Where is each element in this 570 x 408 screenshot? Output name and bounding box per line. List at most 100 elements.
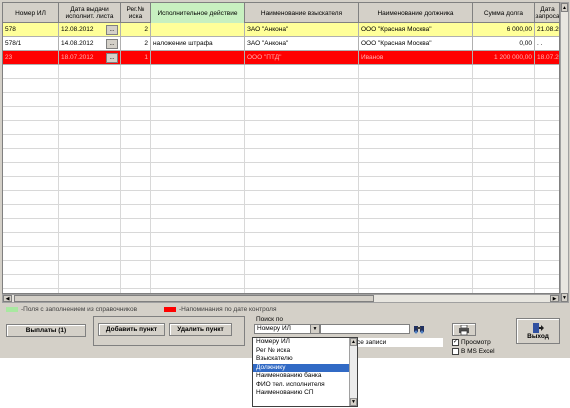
dropdown-option[interactable]: Взыскателю xyxy=(253,355,349,364)
payments-button[interactable]: Выплаты (1) xyxy=(6,324,86,337)
empty-grid-row xyxy=(3,177,559,191)
print-button[interactable] xyxy=(452,323,476,336)
chevron-down-icon[interactable]: ▼ xyxy=(310,325,319,333)
search-by-dropdown-list[interactable]: Номеру ИЛ Рег № иска Взыскателю Должнику… xyxy=(252,337,358,407)
empty-grid-row xyxy=(3,233,559,247)
col-header-number[interactable]: Номер ИЛ xyxy=(3,3,59,23)
empty-grid-row xyxy=(3,261,559,275)
dropdown-option[interactable]: Рег № иска xyxy=(253,347,349,356)
scroll-down-icon[interactable]: ▼ xyxy=(350,398,357,406)
empty-grid-row xyxy=(3,107,559,121)
grid-column-line xyxy=(150,65,151,293)
col-header-debtor[interactable]: Наименование должника xyxy=(359,3,473,23)
delete-item-button[interactable]: Удалить пункт xyxy=(169,323,232,336)
cell-issue-date-text: 12.08.2012 xyxy=(61,26,94,33)
grid-column-line xyxy=(358,65,359,293)
date-picker-button[interactable]: ... xyxy=(106,53,118,63)
cell-action: наложение штрафа xyxy=(151,37,245,51)
legend-green-text: -Поля с заполнением из справочников xyxy=(21,306,138,313)
grid-column-line xyxy=(244,65,245,293)
cell-number: 578/1 xyxy=(3,37,59,51)
legend-red: -Напоминания по дате контроля xyxy=(164,306,277,313)
cell-debtor: ООО "Красная Москва" xyxy=(359,37,473,51)
dropdown-option[interactable]: Номеру ИЛ xyxy=(253,338,349,347)
cell-request-date: . . xyxy=(535,37,559,51)
scroll-thumb[interactable] xyxy=(14,295,374,302)
cell-amount: 1 200 000,00 xyxy=(473,51,535,65)
table-row[interactable]: 578 12.08.2012... 2 ЗАО "Анкона" ООО "Кр… xyxy=(3,23,559,37)
dropdown-option-selected[interactable]: Должнику xyxy=(253,363,349,372)
cell-reg-number: 2 xyxy=(121,37,151,51)
printer-icon xyxy=(459,324,469,335)
empty-grid-row xyxy=(3,93,559,107)
cell-creditor: ЗАО "Анкона" xyxy=(245,37,359,51)
main-window: Номер ИЛ Дата выдачи исполнит. листа Рег… xyxy=(0,0,570,358)
empty-grid-row xyxy=(3,205,559,219)
cell-issue-date: 18.07.2012... xyxy=(59,51,121,65)
col-header-creditor[interactable]: Наименование взыскателя xyxy=(245,3,359,23)
dropdown-option[interactable]: Наименованию СП xyxy=(253,389,349,398)
legend-red-swatch xyxy=(164,307,176,312)
cell-request-date: 21.08.20 xyxy=(535,23,559,37)
cell-request-date: 18.07.20 xyxy=(535,51,559,65)
search-by-select[interactable]: Номеру ИЛ ▼ xyxy=(254,324,320,334)
exit-button[interactable]: Выход xyxy=(516,318,560,344)
grid-header: Номер ИЛ Дата выдачи исполнит. листа Рег… xyxy=(3,3,559,23)
empty-grid-row xyxy=(3,191,559,205)
scroll-left-icon[interactable]: ◀ xyxy=(3,295,12,302)
cell-creditor: ЗАО "Анкона" xyxy=(245,23,359,37)
scroll-down-icon[interactable]: ▼ xyxy=(561,293,568,302)
empty-grid-row xyxy=(3,65,559,79)
search-label: Поиск по xyxy=(256,316,283,323)
col-header-action[interactable]: Исполнительное действие xyxy=(151,3,245,23)
cell-issue-date: 12.08.2012... xyxy=(59,23,121,37)
empty-grid-row xyxy=(3,135,559,149)
empty-grid-row xyxy=(3,149,559,163)
grid-horizontal-scrollbar[interactable]: ◀ ▶ xyxy=(2,294,560,303)
empty-grid-row xyxy=(3,219,559,233)
cell-debtor: Иванов xyxy=(359,51,473,65)
legend-green-swatch xyxy=(6,307,18,312)
empty-grid-row xyxy=(3,121,559,135)
date-picker-button[interactable]: ... xyxy=(106,25,118,35)
add-item-button[interactable]: Добавить пункт xyxy=(98,323,165,336)
scroll-up-icon[interactable]: ▲ xyxy=(561,3,568,12)
excel-label: В MS Excel xyxy=(461,348,495,355)
cell-creditor: ООО "ПТД" xyxy=(245,51,359,65)
preview-label: Просмотр xyxy=(461,339,491,346)
binoculars-icon xyxy=(413,326,424,334)
cell-issue-date-text: 14.08.2012 xyxy=(61,40,94,47)
col-header-reg-number[interactable]: Рег.№ иска xyxy=(121,3,151,23)
empty-grid-row xyxy=(3,79,559,93)
checkmark-icon: ✓ xyxy=(452,339,459,346)
col-header-request-date[interactable]: Дата запроса xyxy=(535,3,559,23)
legend-green: -Поля с заполнением из справочников xyxy=(6,306,137,313)
cell-number: 23 xyxy=(3,51,59,65)
table-row[interactable]: 23 18.07.2012... 1 ООО "ПТД" Иванов 1 20… xyxy=(3,51,559,65)
grid-column-line xyxy=(58,65,59,293)
cell-action xyxy=(151,23,245,37)
dropdown-option[interactable]: ФИО тел. исполнителя xyxy=(253,381,349,390)
excel-checkbox[interactable]: В MS Excel xyxy=(452,348,495,355)
dropdown-option[interactable]: Наименованию банка xyxy=(253,372,349,381)
empty-grid-row xyxy=(3,163,559,177)
dropdown-scrollbar[interactable]: ▲ ▼ xyxy=(349,338,357,406)
cell-debtor: ООО "Красная Москва" xyxy=(359,23,473,37)
empty-grid-row xyxy=(3,275,559,289)
table-row[interactable]: 578/1 14.08.2012... 2 наложение штрафа З… xyxy=(3,37,559,51)
col-header-amount[interactable]: Сумма долга xyxy=(473,3,535,23)
col-header-issue-date[interactable]: Дата выдачи исполнит. листа xyxy=(59,3,121,23)
all-records-option[interactable]: се записи xyxy=(355,338,443,347)
grid-vertical-scrollbar[interactable]: ▲ ▼ xyxy=(560,2,569,303)
legend-red-text: -Напоминания по дате контроля xyxy=(179,306,277,313)
date-picker-button[interactable]: ... xyxy=(106,39,118,49)
exit-door-icon xyxy=(533,322,544,333)
cell-reg-number: 2 xyxy=(121,23,151,37)
scroll-right-icon[interactable]: ▶ xyxy=(550,295,559,302)
search-input[interactable] xyxy=(320,324,410,334)
scroll-up-icon[interactable]: ▲ xyxy=(350,338,357,346)
unchecked-box-icon xyxy=(452,348,459,355)
preview-checkbox[interactable]: ✓ Просмотр xyxy=(452,339,491,346)
data-grid: Номер ИЛ Дата выдачи исполнит. листа Рег… xyxy=(2,2,560,294)
search-go-button[interactable] xyxy=(412,323,425,335)
